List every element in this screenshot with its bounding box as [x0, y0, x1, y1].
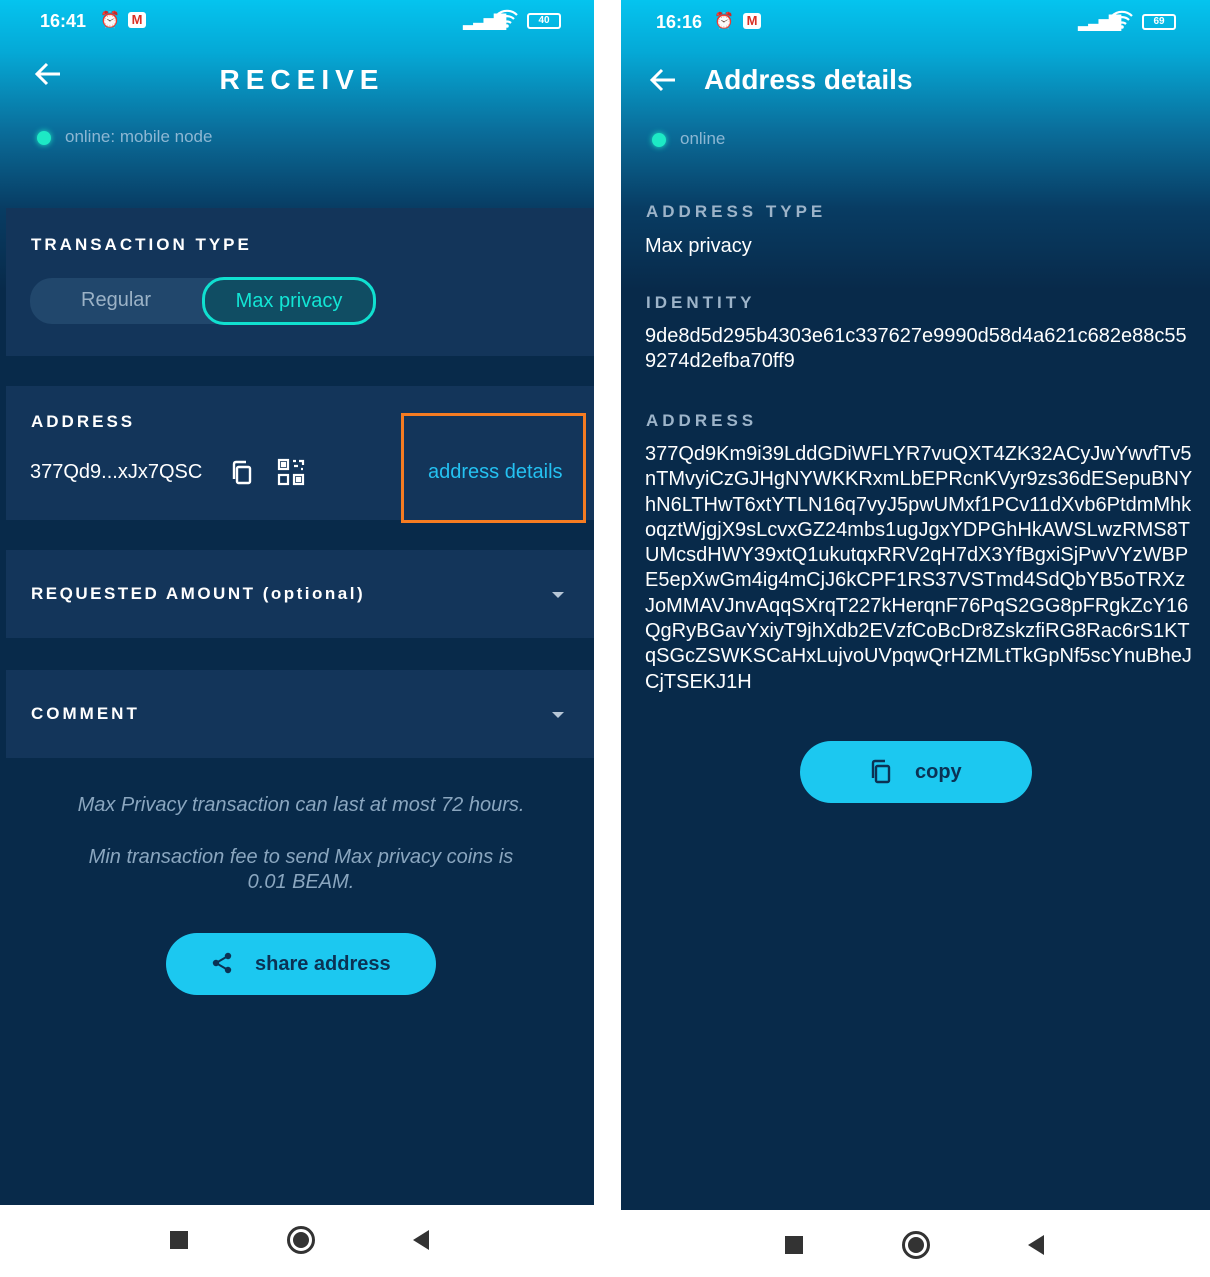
min-fee-note: Min transaction fee to send Max privacy …: [88, 846, 514, 893]
toggle-option-regular[interactable]: Regular: [81, 289, 151, 312]
page-title: RECEIVE: [219, 64, 385, 95]
status-time: 16:41: [40, 11, 87, 31]
requested-amount-panel[interactable]: REQUESTED AMOUNT (optional): [6, 550, 594, 638]
address-details-screen: 16:16 ⏰ M ▂▃▅▇ 69 Address details online…: [621, 0, 1210, 1210]
identity-label: IDENTITY: [646, 293, 756, 312]
back-triangle-icon[interactable]: [1028, 1235, 1044, 1255]
identity-value: 9de8d5d295b4303e61c337627e9990d58d4a621c…: [645, 325, 1187, 373]
transaction-type-panel: TRANSACTION TYPE Regular Max privacy: [6, 208, 594, 356]
gmail-icon: M: [743, 13, 761, 29]
highlight-box: [401, 413, 586, 523]
copy-icon: [870, 759, 892, 791]
copy-button[interactable]: copy: [800, 741, 1032, 803]
requested-amount-title: REQUESTED AMOUNT (optional): [31, 584, 366, 603]
address-type-value: Max privacy: [645, 235, 752, 257]
recents-square-icon[interactable]: [170, 1231, 188, 1249]
home-circle-icon[interactable]: [902, 1231, 930, 1259]
receive-screen: 16:41 ⏰ M ▂▃▅▇ 40 RECEIVE online: mobile…: [0, 0, 594, 1205]
share-icon: [210, 951, 234, 981]
home-circle-icon[interactable]: [287, 1226, 315, 1254]
share-address-button[interactable]: share address: [166, 933, 436, 995]
online-status-text: online: mobile node: [65, 127, 213, 146]
wifi-icon: [495, 8, 519, 33]
recents-square-icon[interactable]: [785, 1236, 803, 1254]
alarm-icon: ⏰: [100, 12, 120, 29]
battery-icon: 69: [1142, 14, 1176, 30]
address-value: 377Qd9...xJx7QSC: [30, 461, 203, 483]
chevron-down-icon[interactable]: [552, 592, 564, 598]
status-time: 16:16: [656, 12, 703, 32]
copy-icon[interactable]: [231, 460, 253, 491]
address-label: ADDRESS: [646, 411, 758, 430]
address-title: ADDRESS: [31, 412, 136, 431]
page-title: Address details: [704, 64, 913, 95]
chevron-down-icon[interactable]: [552, 712, 564, 718]
alarm-icon: ⏰: [714, 13, 734, 30]
back-arrow-icon[interactable]: [649, 66, 677, 102]
max-privacy-duration-note: Max Privacy transaction can last at most…: [77, 794, 525, 816]
toggle-option-max-privacy[interactable]: Max privacy: [202, 277, 376, 325]
online-status-dot: [37, 131, 51, 145]
transaction-type-toggle: Regular Max privacy: [30, 277, 376, 325]
comment-title: COMMENT: [31, 704, 140, 723]
copy-label: copy: [915, 761, 962, 783]
qr-code-icon[interactable]: [277, 458, 305, 491]
transaction-type-title: TRANSACTION TYPE: [31, 235, 252, 254]
gmail-icon: M: [128, 12, 146, 28]
wifi-icon: [1110, 9, 1134, 34]
share-address-label: share address: [255, 953, 391, 975]
address-type-label: ADDRESS TYPE: [646, 202, 827, 221]
online-status-text: online: [680, 129, 726, 148]
battery-icon: 40: [527, 13, 561, 29]
back-triangle-icon[interactable]: [413, 1230, 429, 1250]
left-system-nav-bar: [0, 1205, 594, 1277]
comment-panel[interactable]: COMMENT: [6, 670, 594, 758]
right-system-nav-bar: [621, 1210, 1210, 1277]
online-status-dot: [652, 133, 666, 147]
address-value: 377Qd9Km9i39LddGDiWFLYR7vuQXT4ZK32ACyJwY…: [645, 443, 1193, 693]
